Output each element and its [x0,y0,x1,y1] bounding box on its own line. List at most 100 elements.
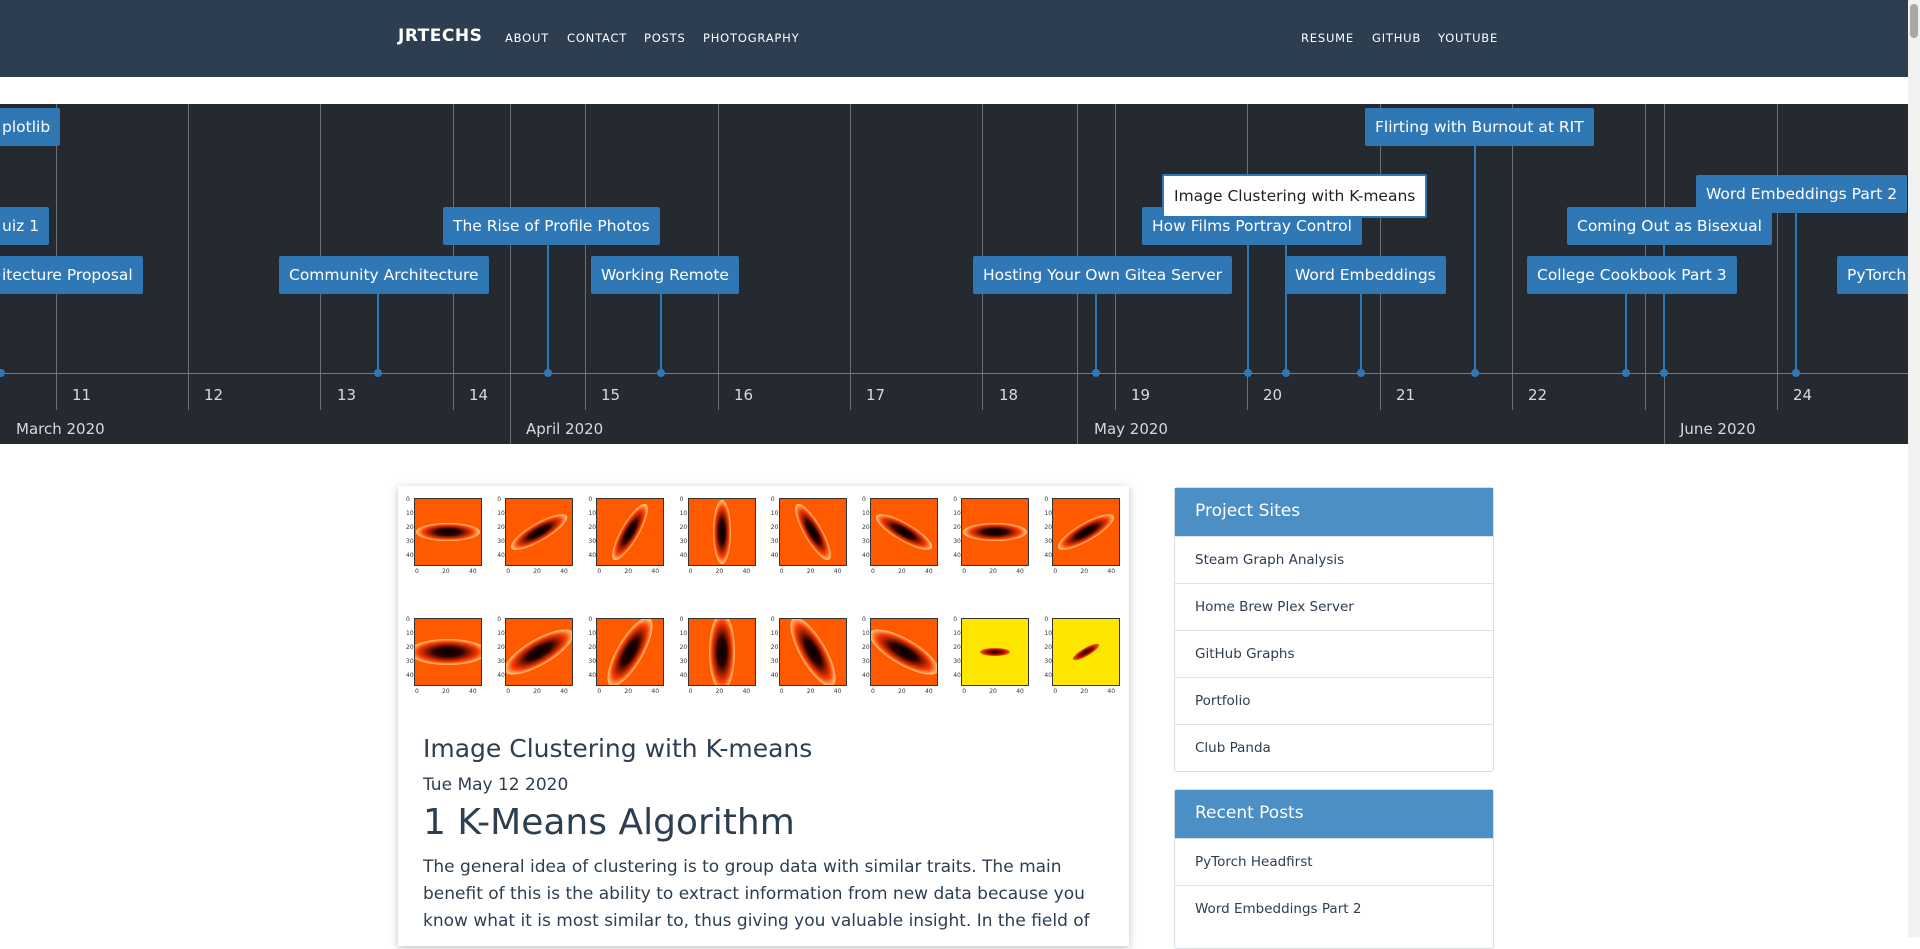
plot-y-tick: 10 [588,510,597,517]
plot-y-tick: 30 [497,538,505,545]
project-site-link[interactable]: Home Brew Plex Server [1175,583,1493,630]
timeline-item-selected[interactable]: Image Clustering with K-means [1162,174,1428,218]
plot-y-tick: 30 [679,658,688,665]
timeline-item-marker[interactable] [1660,369,1668,377]
timeline-item-marker[interactable] [1092,369,1100,377]
timeline-item-marker[interactable] [374,369,382,377]
plot-y-tick: 40 [588,552,597,559]
plot-y-tick: 30 [588,538,597,545]
plot-y-tick: 0 [1044,496,1049,503]
post-body-text: The general idea of clustering is to gro… [423,857,1090,931]
plot-y-tick: 10 [770,630,779,637]
plot-y-tick: 30 [862,658,870,665]
timeline-item-stem [1474,144,1476,374]
project-site-link[interactable]: Club Panda [1175,724,1493,771]
plot-x-tick: 0 [779,688,784,695]
cluster-centroid-plot: 0 10 20 30 40 0 20 40 [680,614,758,698]
project-site-link[interactable]: Portfolio [1175,677,1493,724]
plot-y-tick: 20 [497,644,505,651]
plot-y-tick: 40 [497,672,505,679]
plot-y-tick: 0 [406,616,410,623]
project-site-link[interactable]: Steam Graph Analysis [1175,536,1493,583]
timeline-item[interactable]: plotlib [0,108,61,146]
timeline-item[interactable]: itecture Proposal [0,256,143,294]
timeline-item-marker[interactable] [1471,369,1479,377]
nav-link-contact[interactable]: CONTACT [567,31,627,45]
posts-timeline[interactable]: 11 12 13 14 15 16 17 18 19 20 21 22 24 M… [0,104,1908,444]
timeline-item[interactable]: Word Embeddings Part 2 [1696,175,1908,213]
nav-link-about[interactable]: ABOUT [505,31,549,45]
plot-y-tick: 0 [862,616,866,623]
plot-x-tick: 0 [871,568,875,575]
plot-y-tick: 0 [770,496,775,503]
timeline-item[interactable]: PyTorch [1837,256,1908,294]
timeline-item-stem [1360,294,1362,374]
timeline-gridline [850,104,851,410]
nav-link-posts[interactable]: POSTS [644,31,686,45]
plot-y-tick: 20 [406,644,414,651]
timeline-item[interactable]: Word Embeddings [1285,256,1446,294]
plot-y-tick: 10 [588,630,597,637]
timeline-item-marker[interactable] [1282,369,1290,377]
cluster-centroid-plot: 0 10 20 30 40 0 20 40 [588,494,666,578]
timeline-item[interactable]: Hosting Your Own Gitea Server [973,256,1233,294]
plot-y-tick: 20 [679,644,688,651]
plot-y-tick: 30 [588,658,597,665]
timeline-month-label: March 2020 [16,420,105,438]
page-scrollbar[interactable] [1908,0,1920,937]
plot-x-tick: 0 [415,568,419,575]
plot-x-tick: 40 [1107,688,1116,695]
timeline-item[interactable]: uiz 1 [0,207,50,245]
post-card[interactable]: 0 10 20 30 40 0 20 40 0 10 20 30 40 0 20 40 0 10 20 30 40 0 20… [398,486,1129,946]
nav-link-github[interactable]: GITHUB [1372,31,1421,45]
plot-y-tick: 20 [862,644,870,651]
timeline-item-marker[interactable] [1244,369,1252,377]
timeline-item-marker[interactable] [0,369,5,377]
site-brand[interactable]: JRTECHS [398,26,482,46]
plot-x-tick: 20 [898,688,906,695]
timeline-item[interactable]: Working Remote [591,256,739,294]
plot-x-tick: 0 [962,688,967,695]
timeline-item-marker[interactable] [1357,369,1365,377]
plot-y-tick: 10 [770,510,779,517]
timeline-item[interactable]: Flirting with Burnout at RIT [1365,108,1594,146]
nav-link-youtube[interactable]: YOUTUBE [1438,31,1498,45]
plot-x-tick: 40 [833,568,842,575]
recent-post-link[interactable]: PyTorch Headfirst [1175,838,1493,885]
timeline-item-marker[interactable] [1792,369,1800,377]
plot-x-tick: 20 [806,568,815,575]
timeline-item[interactable]: The Rise of Profile Photos [443,207,660,245]
scrollbar-thumb[interactable] [1910,4,1918,38]
nav-link-photography[interactable]: PHOTOGRAPHY [703,31,799,45]
plot-x-tick: 20 [989,688,997,695]
timeline-gridline [188,104,189,410]
plot-x-tick: 40 [560,688,568,695]
plot-y-tick: 40 [497,552,505,559]
timeline-day-label: 18 [999,386,1019,404]
plot-y-tick: 30 [1044,538,1053,545]
timeline-item-marker[interactable] [657,369,665,377]
plot-y-tick: 0 [497,496,502,503]
timeline-item[interactable]: College Cookbook Part 3 [1527,256,1737,294]
plot-x-tick: 0 [597,688,602,695]
recent-post-link[interactable]: Word Embeddings Part 2 [1175,885,1493,932]
timeline-item-stem [660,294,662,374]
plot-x-tick: 20 [1080,688,1089,695]
plot-y-tick: 20 [862,524,870,531]
timeline-item[interactable]: Community Architecture [279,256,489,294]
project-site-link[interactable]: GitHub Graphs [1175,630,1493,677]
plot-y-tick: 10 [679,630,688,637]
nav-link-resume[interactable]: RESUME [1301,31,1354,45]
plot-y-tick: 0 [862,496,866,503]
post-title[interactable]: Image Clustering with K-means [423,734,812,763]
timeline-item-marker[interactable] [1622,369,1630,377]
plot-y-tick: 40 [862,672,870,679]
timeline-day-label: 21 [1396,386,1416,404]
timeline-item-stem [1095,294,1097,374]
timeline-item-marker[interactable] [544,369,552,377]
cluster-centroid-plot: 0 10 20 30 40 0 20 40 [1044,494,1122,578]
timeline-day-label: 22 [1528,386,1548,404]
timeline-day-label: 16 [734,386,754,404]
plot-y-tick: 40 [406,672,414,679]
plot-y-tick: 30 [497,658,505,665]
